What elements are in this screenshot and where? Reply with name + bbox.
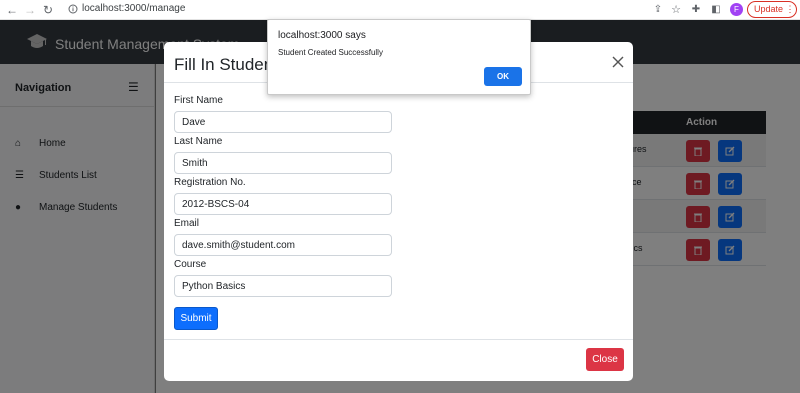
alert-title: localhost:3000 says [278, 30, 366, 41]
side-panel-icon[interactable]: ◧ [708, 2, 724, 18]
site-info-icon[interactable] [68, 4, 78, 14]
extensions-icon[interactable]: ✚ [688, 2, 704, 18]
star-icon[interactable]: ☆ [668, 2, 684, 18]
update-label: Update [754, 4, 784, 14]
email-label: Email [174, 218, 200, 229]
last-name-input[interactable] [174, 152, 392, 174]
address-bar[interactable]: localhost:3000/manage [82, 3, 185, 14]
browser-toolbar: ← → ↻ localhost:3000/manage ⇪ ☆ ✚ ◧ F Up… [0, 0, 800, 20]
close-icon[interactable] [611, 55, 625, 69]
alert-dialog: localhost:3000 says Student Created Succ… [267, 19, 531, 95]
registration-no-input[interactable] [174, 193, 392, 215]
course-input[interactable] [174, 275, 392, 297]
email-input[interactable] [174, 234, 392, 256]
close-button[interactable]: Close [586, 348, 624, 371]
last-name-label: Last Name [174, 136, 223, 147]
first-name-input[interactable] [174, 111, 392, 133]
submit-button[interactable]: Submit [174, 307, 218, 330]
course-label: Course [174, 259, 207, 270]
modal-footer-divider [164, 339, 633, 340]
registration-no-label: Registration No. [174, 177, 246, 188]
share-icon[interactable]: ⇪ [650, 2, 666, 18]
ok-button[interactable]: OK [484, 67, 522, 86]
forward-arrow-icon[interactable]: → [22, 2, 38, 18]
first-name-label: First Name [174, 95, 223, 106]
reload-icon[interactable]: ↻ [40, 2, 56, 18]
back-arrow-icon[interactable]: ← [4, 2, 20, 18]
profile-avatar[interactable]: F [730, 3, 743, 16]
alert-message: Student Created Successfully [278, 48, 383, 57]
update-button[interactable]: Update ⋮ [747, 1, 797, 18]
